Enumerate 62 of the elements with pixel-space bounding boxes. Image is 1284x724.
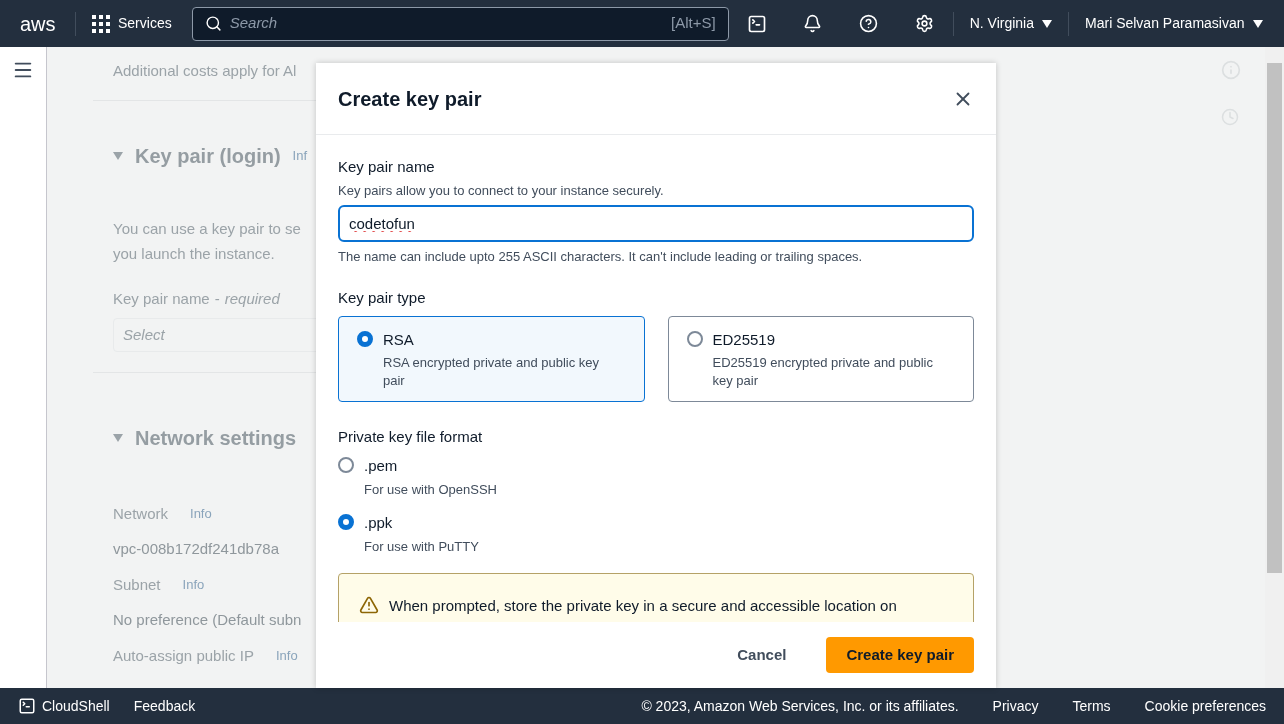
- footer-link[interactable]: Privacy: [992, 695, 1039, 717]
- warning-icon: [359, 594, 379, 615]
- footer-link[interactable]: Cookie preferences: [1144, 695, 1266, 717]
- separator-text: -: [214, 289, 220, 307]
- radio-button[interactable]: [686, 331, 703, 347]
- logo[interactable]: aws: [0, 13, 75, 34]
- caret-icon: [113, 151, 123, 160]
- cancel-button[interactable]: Cancel: [721, 637, 803, 673]
- section-description: You can use a key pair to se: [113, 218, 302, 239]
- notifications-icon[interactable]: [803, 14, 823, 33]
- account-menu[interactable]: Mari Selvan Paramasivan: [1068, 11, 1279, 36]
- field-constraint: The name can include upto 255 ASCII characters. It can't include leading or trailing spaces.: [338, 248, 864, 266]
- search-icon: [204, 15, 222, 32]
- required-label: required: [224, 289, 280, 307]
- copyright-text: © 2023, Amazon Web Services, Inc. or its affiliates.: [641, 696, 959, 716]
- field-label: Key pair name: [338, 157, 436, 177]
- key-type-option[interactable]: ED25519 ED25519 encrypted private and public key pair: [667, 316, 974, 402]
- warning-text: When prompted, store the private key in a secure and accessible location on: [389, 595, 897, 616]
- field-value: vpc-008b172df241db78a: [113, 538, 280, 559]
- field-label: Key pair name: [113, 289, 210, 307]
- field-label: Subnet: [113, 575, 161, 595]
- option-title: .ppk: [364, 512, 394, 533]
- terminal-icon[interactable]: [746, 13, 767, 34]
- field-description: Key pairs allow you to connect to your instance securely.: [338, 181, 665, 200]
- region-selector[interactable]: N. Virginia: [952, 11, 1068, 36]
- search-input[interactable]: Search: [229, 12, 664, 35]
- key-type-option[interactable]: RSA RSA encrypted private and public key pair: [338, 316, 645, 402]
- section-description: you launch the instance.: [113, 243, 276, 264]
- option-title: ED25519: [712, 330, 777, 350]
- option-description: For use with PuTTY: [364, 538, 479, 556]
- option-description: ED25519 encrypted private and public key pair: [712, 353, 934, 390]
- terminal-icon: [18, 697, 36, 715]
- caret-icon: [113, 434, 123, 442]
- search-field[interactable]: Search [Alt+S]: [191, 6, 729, 41]
- radio-button[interactable]: [338, 456, 354, 473]
- field-label: Key pair type: [338, 287, 427, 308]
- option-title: .pem: [364, 455, 399, 476]
- field-label: Auto-assign public IP: [113, 646, 254, 666]
- help-icon[interactable]: [859, 14, 879, 33]
- cloudshell-button[interactable]: CloudShell: [18, 695, 110, 717]
- option-title: RSA: [383, 330, 415, 350]
- key-pair-name-input[interactable]: codetofun: [338, 205, 974, 242]
- caret-icon: [1042, 19, 1052, 28]
- create-key-pair-button[interactable]: Create key pair: [826, 637, 974, 673]
- option-description: For use with OpenSSH: [364, 481, 497, 499]
- grid-icon: [92, 14, 110, 33]
- modal-title: Create key pair: [338, 86, 482, 112]
- section-title: Network settings: [135, 426, 297, 451]
- caret-icon: [1252, 19, 1263, 28]
- radio-button[interactable]: [338, 513, 354, 530]
- services-button[interactable]: Services: [75, 11, 188, 36]
- settings-icon[interactable]: [915, 14, 935, 33]
- option-description: RSA encrypted private and public key pair: [383, 353, 601, 390]
- field-label: Private key file format: [338, 427, 484, 447]
- field-label: Network: [113, 504, 168, 524]
- shortcut-hint: [Alt+S]: [671, 13, 716, 34]
- footer-link[interactable]: Terms: [1072, 695, 1111, 717]
- radio-button[interactable]: [357, 331, 373, 347]
- feedback-link[interactable]: Feedback: [133, 695, 196, 717]
- section-title: Key pair (login): [135, 143, 281, 169]
- field-value: No preference (Default subn: [113, 609, 303, 630]
- costs-note: Additional costs apply for Al: [113, 61, 298, 81]
